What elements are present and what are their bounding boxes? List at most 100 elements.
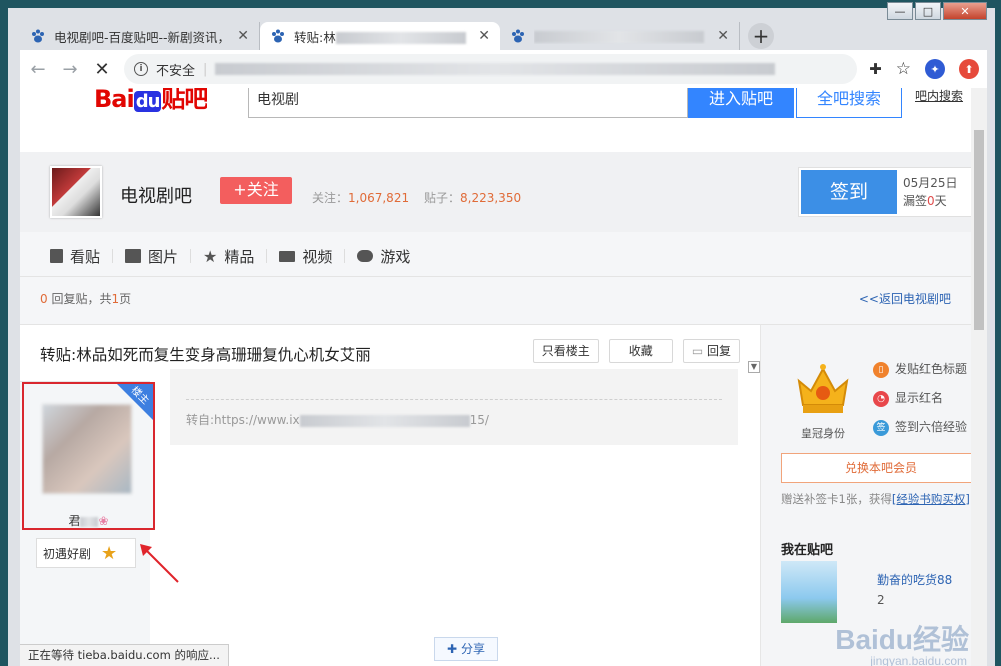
star-icon: ★ (203, 246, 218, 266)
search-all-button[interactable]: 全吧搜索 (796, 88, 902, 118)
vip-note: 赠送补签卡1张，获得[经验书购买权] (781, 492, 970, 506)
search-input[interactable]: 电视剧 (248, 88, 688, 118)
only-owner-button[interactable]: 只看楼主 (532, 339, 599, 363)
maximize-button[interactable]: □ (915, 2, 941, 20)
reply-count: 0 回复贴，共1页 (40, 292, 132, 306)
close-window-button[interactable]: ✕ (943, 2, 987, 20)
tab-other[interactable]: ✕ (500, 22, 740, 50)
page-scrollbar[interactable] (971, 88, 987, 666)
forum-header: 电视剧吧 +关注 关注：1,067,821 贴子：8,223,350 签到 05… (20, 152, 978, 232)
close-tab-icon[interactable]: ✕ (717, 28, 729, 44)
plus-icon: ✚ (447, 642, 458, 656)
sign-date: 05月25日 漏签0天 (903, 176, 958, 208)
status-bar: 正在等待 tieba.baidu.com 的响应... (20, 644, 229, 666)
search-header: Bai du贴吧 电视剧 进入贴吧 全吧搜索 吧内搜索 (20, 88, 971, 120)
picture-icon (125, 249, 142, 263)
nav-games[interactable]: 游戏 (345, 246, 422, 267)
tab-title: 电视剧吧-百度贴吧--新剧资讯， (54, 29, 230, 45)
perk-red-name: ◔ 显示红名 (873, 384, 967, 413)
info-icon[interactable]: i (134, 62, 148, 76)
close-tab-icon[interactable]: ✕ (237, 28, 249, 44)
tab-strip: 电视剧吧-百度贴吧--新剧资讯， ✕ 转贴:林 ✕ ✕ + (20, 20, 774, 50)
browser-toolbar: ← → ✕ i 不安全 | ✚ ☆ ✦ ⬆ (20, 50, 987, 88)
share-button[interactable]: ✚ 分享 (434, 637, 498, 661)
baidu-paw-icon (32, 29, 44, 43)
my-tieba-heading: 我在贴吧 (781, 543, 834, 558)
perk-sign-exp: 签签到六倍经验 (873, 413, 967, 442)
gamepad-icon (357, 250, 374, 262)
close-tab-icon[interactable]: ✕ (478, 28, 490, 44)
nav-posts[interactable]: 看贴 (38, 246, 112, 267)
new-tab-button[interactable]: + (748, 23, 774, 49)
back-arrow-icon[interactable]: ← (28, 59, 48, 80)
baidu-paw-icon (512, 29, 524, 43)
window-caption-buttons: — □ ✕ (887, 2, 987, 20)
stop-loading-icon[interactable]: ✕ (92, 59, 112, 80)
address-bar[interactable]: i 不安全 | (124, 54, 858, 84)
nav-pictures[interactable]: 图片 (113, 246, 190, 267)
perk-red-title: ▯ 发贴红色标题 (873, 355, 967, 384)
url-text (215, 63, 776, 75)
tab-forum[interactable]: 电视剧吧-百度贴吧--新剧资讯， ✕ (20, 22, 260, 50)
bookmark-star-icon[interactable]: ☆ (896, 59, 911, 79)
red-name-icon: ◔ (873, 390, 889, 407)
extension-butterfly-icon[interactable]: ✦ (925, 59, 945, 79)
author-column: 楼主 君 ❀ 初遇好剧 ★ (20, 381, 179, 666)
author-avatar[interactable] (42, 404, 132, 494)
watermark-url: jingyan.baidu.com (870, 654, 967, 666)
post-source: 转自:https://www.ix 15/ (186, 413, 489, 427)
exp-book-link[interactable]: [经验书购买权] (892, 492, 970, 506)
nav-videos[interactable]: 视频 (267, 246, 344, 267)
post-content: 转自:https://www.ix 15/ (170, 369, 738, 445)
my-username[interactable]: 勤奋的吃货88 (877, 571, 952, 588)
author-level[interactable]: 初遇好剧 ★ (36, 538, 136, 568)
reply-button[interactable]: ▭ 回复 (682, 339, 740, 363)
video-icon (279, 250, 296, 262)
followers-stat: 关注：1,067,821 (312, 191, 410, 205)
forum-nav: 看贴 图片 ★ 精品 视频 游戏 (20, 236, 971, 276)
posts-stat: 贴子：8,223,350 (424, 191, 522, 205)
tab-title (534, 29, 709, 44)
comment-icon: ▭ (691, 344, 704, 358)
sign-exp-icon: 签 (873, 419, 889, 436)
tab-title: 转贴:林 (294, 27, 470, 46)
baidu-paw-icon (272, 29, 284, 43)
forum-avatar[interactable] (50, 166, 102, 218)
level-star-icon: ★ (101, 542, 118, 564)
post-menu-dropdown-icon[interactable]: ▼ (748, 361, 760, 373)
favorite-button[interactable]: 收藏 (608, 339, 673, 363)
thread-info-bar: 0 回复贴，共1页 <<返回电视剧吧 (20, 276, 971, 320)
red-arrow-annotation (140, 544, 179, 583)
sign-in-box: 签到 05月25日 漏签0天 (798, 167, 978, 217)
redeem-vip-button[interactable]: 兑换本吧会员 (781, 453, 981, 483)
vip-perks: ▯ 发贴红色标题 ◔ 显示红名 签签到六倍经验 (873, 355, 967, 442)
crown-label: 皇冠身份 (801, 427, 845, 440)
enter-forum-button[interactable]: 进入贴吧 (688, 88, 794, 118)
sign-in-button[interactable]: 签到 (801, 170, 897, 214)
my-avatar[interactable] (781, 561, 837, 623)
tab-thread[interactable]: 转贴:林 ✕ (260, 22, 500, 50)
right-sidebar: 皇冠身份 ▯ 发贴红色标题 ◔ 显示红名 签签到六倍经验 兑换本吧会员 赠送补签卡1… (760, 324, 981, 666)
crown-icon (797, 364, 849, 413)
nav-featured[interactable]: ★ 精品 (191, 246, 266, 267)
watermark: Baidu经验 (835, 624, 969, 655)
red-title-icon: ▯ (873, 361, 889, 378)
document-icon (50, 249, 63, 263)
my-level: 2 (877, 593, 885, 607)
browser-window: — □ ✕ 电视剧吧-百度贴吧--新剧资讯， ✕ 转贴:林 ✕ ✕ + ← → … (8, 2, 995, 666)
extensions-puzzle-icon[interactable]: ✚ (869, 60, 882, 78)
author-card-highlight: 楼主 君 ❀ (22, 382, 155, 530)
minimize-button[interactable]: — (887, 2, 913, 20)
thread-area: 转贴:林品如死而复生变身高珊珊复仇心机女艾丽 只看楼主 收藏 ▭ 回复 楼主 君… (20, 324, 760, 666)
security-label: 不安全 (156, 63, 196, 79)
thread-title: 转贴:林品如死而复生变身高珊珊复仇心机女艾丽 (40, 346, 371, 364)
author-name[interactable]: 君 ❀ (24, 512, 153, 529)
forum-name[interactable]: 电视剧吧 (120, 182, 192, 208)
extension-red-icon[interactable]: ⬆ (959, 59, 979, 79)
follow-button[interactable]: +关注 (220, 177, 292, 204)
search-in-forum-link[interactable]: 吧内搜索 (915, 88, 963, 104)
baidu-tieba-logo[interactable]: Bai du贴吧 (94, 88, 207, 114)
web-page: Bai du贴吧 电视剧 进入贴吧 全吧搜索 吧内搜索 电视剧吧 +关注 关注：1… (20, 88, 987, 666)
forward-arrow-icon[interactable]: → (60, 59, 80, 80)
back-to-forum-link[interactable]: <<返回电视剧吧 (859, 290, 951, 307)
